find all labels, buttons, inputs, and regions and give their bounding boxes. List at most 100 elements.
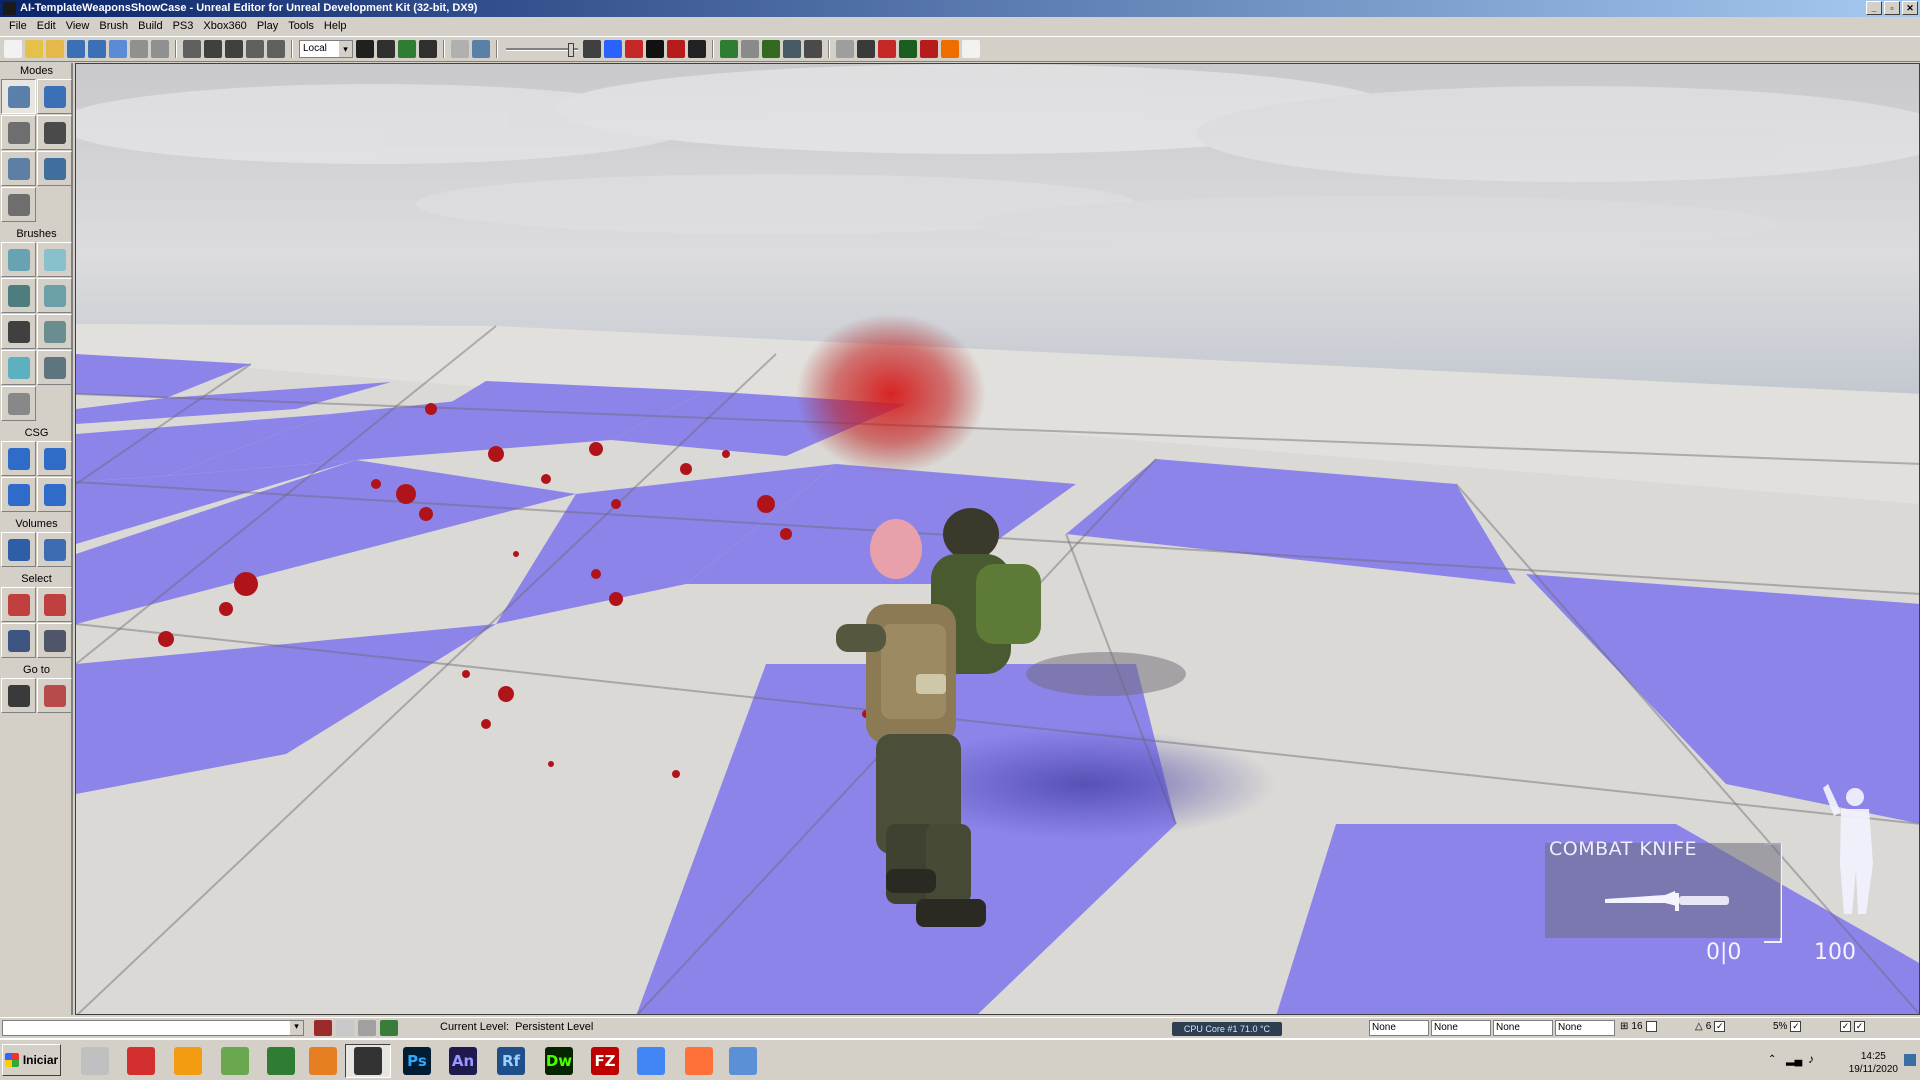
play-icon[interactable] [836,40,854,58]
play-on-console-icon[interactable] [941,40,959,58]
camera-mode-button[interactable] [1,79,36,114]
taskbar-app[interactable]: Ps [394,1044,440,1078]
taskbar-app[interactable] [628,1044,674,1078]
menu-edit[interactable]: Edit [32,17,61,36]
network-signal-icon[interactable]: ▂▄ [1786,1053,1802,1066]
lock-icon[interactable] [336,1020,354,1036]
show-desktop-icon[interactable] [1904,1054,1916,1066]
build-all-icon[interactable] [804,40,822,58]
close-button[interactable]: ✕ [1902,1,1918,15]
orange-square-icon[interactable] [962,40,980,58]
select-icon[interactable] [183,40,201,58]
goto-builder-brush-button[interactable] [37,678,72,713]
unlit-icon[interactable] [625,40,643,58]
wireframe-icon[interactable] [472,40,490,58]
goto-actor-button[interactable] [1,678,36,713]
sphere-brush-button[interactable] [37,350,72,385]
brush-wire-icon[interactable] [583,40,601,58]
drag-grid-icon[interactable] [451,40,469,58]
stop-icon[interactable] [899,40,917,58]
curved-stair-button[interactable] [1,278,36,313]
start-button[interactable]: Iniciar [2,1044,61,1076]
open-icon[interactable] [25,40,43,58]
taskbar-app[interactable]: FZ [582,1044,628,1078]
taskbar-app[interactable] [676,1044,722,1078]
taskbar-app[interactable]: Rf [488,1044,534,1078]
menu-file[interactable]: File [4,17,32,36]
kismet-icon[interactable] [398,40,416,58]
hide-selected-button[interactable] [37,587,72,622]
minimize-button[interactable]: _ [1866,1,1882,15]
taskbar-app[interactable] [720,1044,766,1078]
build-paths-icon[interactable] [762,40,780,58]
save-all-icon[interactable] [88,40,106,58]
save-icon[interactable] [67,40,85,58]
realtime-checkbox[interactable]: ✓ [1840,1021,1851,1032]
level-browser-icon[interactable] [380,1020,398,1036]
light-icon[interactable] [878,40,896,58]
cone-brush-button[interactable] [37,242,72,277]
menu-help[interactable]: Help [319,17,352,36]
build-lighting-icon[interactable] [741,40,759,58]
cylinder-brush-button[interactable] [37,278,72,313]
menu-build[interactable]: Build [133,17,167,36]
menu-brush[interactable]: Brush [94,17,133,36]
grid-snap[interactable]: ⊞ 16 [1620,1021,1657,1032]
taskbar-app[interactable]: An [440,1044,486,1078]
show-all-button[interactable] [37,623,72,658]
taskbar-app[interactable] [345,1044,391,1078]
grid-snap-checkbox[interactable] [1645,1021,1657,1032]
detail-icon[interactable] [688,40,706,58]
menu-view[interactable]: View [61,17,95,36]
show-selected-button[interactable] [1,587,36,622]
snap-field-3[interactable]: None [1493,1020,1553,1036]
play-in-editor-icon[interactable] [920,40,938,58]
menu-play[interactable]: Play [252,17,283,36]
scale-snap-checkbox[interactable]: ✓ [1790,1021,1802,1032]
rotation-snap-checkbox[interactable]: ✓ [1714,1021,1726,1032]
redo-icon[interactable] [151,40,169,58]
csg-subtract-button[interactable] [37,441,72,476]
clock[interactable]: 14:25 19/11/2020 [1849,1050,1898,1076]
menu-ps3[interactable]: PS3 [168,17,199,36]
taskbar-app[interactable] [165,1044,211,1078]
linear-stair-button[interactable] [1,314,36,349]
scale-nonuniform-icon[interactable] [267,40,285,58]
build-geometry-icon[interactable] [720,40,738,58]
landscape-button[interactable] [1,187,36,222]
mesh-paint-button[interactable] [1,151,36,186]
scale-snap[interactable]: 5% ✓ [1773,1021,1802,1032]
coordinate-system-select[interactable]: Local [299,40,353,58]
restore-button[interactable]: ▫ [1884,1,1900,15]
spiral-stair-button[interactable] [1,350,36,385]
invert-selection-button[interactable] [1,623,36,658]
foliage-button[interactable] [37,151,72,186]
lighting-only-icon[interactable] [667,40,685,58]
console-icon[interactable] [857,40,875,58]
lit-icon[interactable] [604,40,622,58]
drag-grid-status-icon[interactable] [314,1020,332,1036]
volume-list-button[interactable] [37,532,72,567]
level-icon[interactable] [358,1020,376,1036]
taskbar-app[interactable] [72,1044,118,1078]
taskbar-app[interactable] [300,1044,346,1078]
taskbar-app[interactable] [212,1044,258,1078]
volume-icon[interactable]: ♪ [1808,1052,1814,1066]
command-input[interactable] [2,1020,304,1036]
favorite-icon[interactable] [46,40,64,58]
matinee-icon[interactable] [419,40,437,58]
realtime-toggle[interactable]: ✓ ✓ [1840,1021,1865,1032]
add-volume-button[interactable] [1,532,36,567]
tray-expand-icon[interactable]: ⌃ [1768,1054,1776,1065]
menu-tools[interactable]: Tools [283,17,319,36]
rotation-snap[interactable]: △ 6 ✓ [1695,1021,1726,1032]
sheet-brush-button[interactable] [37,314,72,349]
save-level-icon[interactable] [109,40,127,58]
snap-field-1[interactable]: None [1369,1020,1429,1036]
build-cover-icon[interactable] [783,40,801,58]
volumetric-brush-button[interactable] [1,386,36,421]
snap-field-2[interactable]: None [1431,1020,1491,1036]
undo-icon[interactable] [130,40,148,58]
generic-browser-icon[interactable] [377,40,395,58]
scale-icon[interactable] [246,40,264,58]
